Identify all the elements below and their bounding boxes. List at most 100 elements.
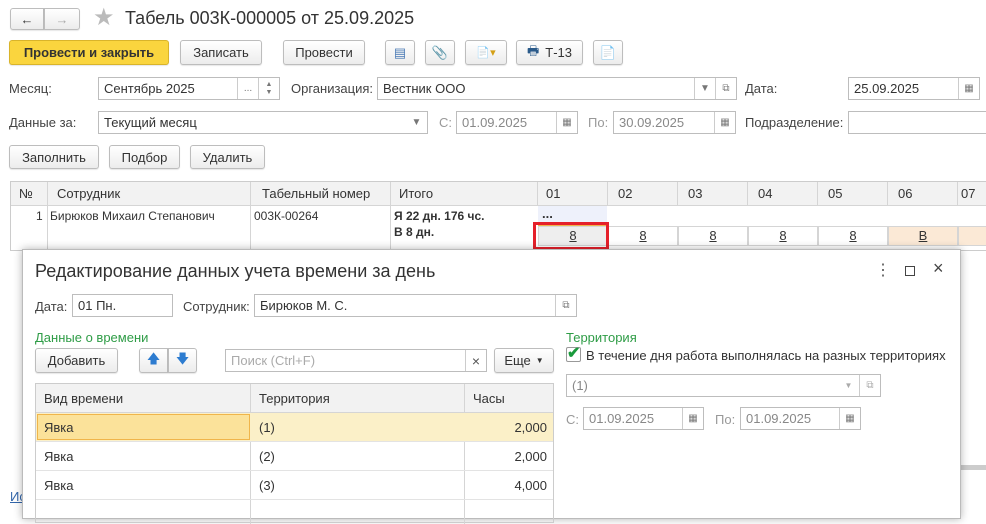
dialog-date-field[interactable]: 01 Пн. bbox=[72, 294, 173, 317]
day-05-cell[interactable]: 8 bbox=[818, 226, 888, 246]
open-icon[interactable]: ⧉ bbox=[859, 375, 880, 396]
territory-from-field[interactable]: 01.09.2025 ▦ bbox=[583, 407, 704, 430]
territory-cell[interactable]: (3) bbox=[259, 478, 275, 493]
dropdown-icon[interactable]: ▼ bbox=[838, 375, 859, 396]
calendar-icon[interactable]: ▦ bbox=[714, 112, 735, 133]
day-edit-dialog: Редактирование данных учета времени за д… bbox=[22, 249, 961, 524]
dropdown-icon[interactable]: ▼ bbox=[694, 78, 715, 99]
calendar-icon[interactable]: ▦ bbox=[839, 408, 860, 429]
col-day-04[interactable]: 04 bbox=[758, 186, 772, 201]
print-t13-button[interactable]: 🖶 Т-13 bbox=[516, 40, 583, 65]
post-button[interactable]: Провести bbox=[283, 40, 365, 65]
maximize-icon[interactable] bbox=[905, 266, 915, 276]
table-row[interactable]: Явка (3) 4,000 bbox=[36, 471, 553, 500]
more-menu-icon[interactable]: ⋮ bbox=[875, 260, 891, 280]
month-select-button[interactable]: ... bbox=[237, 78, 258, 99]
create-based-on-icon[interactable]: 📄▾ bbox=[465, 40, 507, 65]
col-num[interactable]: № bbox=[19, 186, 33, 201]
department-field[interactable] bbox=[848, 111, 986, 134]
col-total[interactable]: Итого bbox=[399, 186, 433, 201]
search-input[interactable]: Поиск (Ctrl+F) × bbox=[225, 349, 487, 372]
forward-button[interactable]: → bbox=[44, 8, 80, 30]
move-up-button[interactable]: 🡅 bbox=[139, 348, 168, 373]
multi-territory-checkbox[interactable]: ✔ bbox=[566, 346, 581, 362]
hours-cell[interactable]: 2,000 bbox=[514, 449, 547, 464]
scrollbar[interactable] bbox=[960, 465, 986, 470]
printer-icon: 🖶 bbox=[526, 42, 540, 58]
chevron-down-icon: ▼ bbox=[535, 356, 544, 365]
col-territory[interactable]: Территория bbox=[259, 391, 330, 406]
hours-cell[interactable]: 4,000 bbox=[514, 478, 547, 493]
calendar-icon[interactable]: ▦ bbox=[958, 78, 979, 99]
territory-select[interactable]: (1) ▼ ⧉ bbox=[566, 374, 881, 397]
col-day-01[interactable]: 01 bbox=[546, 186, 560, 201]
table-row[interactable]: Явка (2) 2,000 bbox=[36, 442, 553, 471]
table-row[interactable]: Явка (1) 2,000 bbox=[36, 413, 553, 442]
highlight-box bbox=[533, 222, 609, 250]
open-icon[interactable]: ⧉ bbox=[555, 295, 576, 316]
data-for-select[interactable]: Текущий месяц ▼ bbox=[98, 111, 428, 134]
territory-cell[interactable]: (1) bbox=[259, 420, 275, 435]
paperclip-icon[interactable]: 📎 bbox=[425, 40, 455, 65]
time-kind-cell[interactable]: Явка bbox=[37, 414, 250, 440]
col-day-07[interactable]: 07 bbox=[961, 186, 975, 201]
territory-section-title: Территория bbox=[566, 330, 637, 345]
post-and-close-button[interactable]: Провести и закрыть bbox=[9, 40, 169, 65]
total-cell-1: Я 22 дн. 176 чс. bbox=[394, 209, 485, 223]
open-icon[interactable]: ⧉ bbox=[715, 78, 736, 99]
organization-field[interactable]: Вестник ООО ▼ ⧉ bbox=[377, 77, 737, 100]
time-section-title: Данные о времени bbox=[35, 330, 149, 345]
more-button[interactable]: Еще ▼ bbox=[494, 348, 554, 373]
col-time-kind[interactable]: Вид времени bbox=[44, 391, 123, 406]
col-hours[interactable]: Часы bbox=[473, 391, 505, 406]
close-icon[interactable]: × bbox=[933, 258, 944, 279]
col-day-05[interactable]: 05 bbox=[828, 186, 842, 201]
time-kind-cell[interactable]: Явка bbox=[44, 449, 74, 464]
day-06-cell[interactable]: В bbox=[888, 226, 958, 246]
clear-search-icon[interactable]: × bbox=[465, 350, 486, 371]
day-03-cell[interactable]: 8 bbox=[678, 226, 748, 246]
data-for-label: Данные за: bbox=[9, 115, 77, 130]
day-02-cell[interactable]: 8 bbox=[608, 226, 678, 246]
col-day-06[interactable]: 06 bbox=[898, 186, 912, 201]
dropdown-icon[interactable]: ▼ bbox=[406, 112, 427, 133]
territory-cell[interactable]: (2) bbox=[259, 449, 275, 464]
dialog-title: Редактирование данных учета времени за д… bbox=[35, 261, 436, 281]
dialog-employee-field[interactable]: Бирюков М. С. ⧉ bbox=[254, 294, 577, 317]
employee-cell[interactable]: Бирюков Михаил Степанович bbox=[50, 209, 215, 223]
list-icon[interactable]: ▤ bbox=[385, 40, 415, 65]
date-field[interactable]: 25.09.2025 ▦ bbox=[848, 77, 980, 100]
move-down-button[interactable]: 🡇 bbox=[168, 348, 197, 373]
row-number: 1 bbox=[36, 209, 43, 223]
day-07-cell[interactable] bbox=[958, 226, 986, 246]
star-icon[interactable]: ★ bbox=[93, 3, 115, 32]
add-button[interactable]: Добавить bbox=[35, 348, 118, 373]
department-label: Подразделение: bbox=[745, 115, 844, 130]
territory-to-field[interactable]: 01.09.2025 ▦ bbox=[740, 407, 861, 430]
total-cell-2: В 8 дн. bbox=[394, 225, 435, 239]
calendar-icon[interactable]: ▦ bbox=[556, 112, 577, 133]
col-employee[interactable]: Сотрудник bbox=[57, 186, 120, 201]
organization-label: Организация: bbox=[291, 81, 374, 96]
hours-cell[interactable]: 2,000 bbox=[514, 420, 547, 435]
col-day-02[interactable]: 02 bbox=[618, 186, 632, 201]
report-icon[interactable]: 📄 bbox=[593, 40, 623, 65]
to-label: По: bbox=[588, 115, 609, 130]
to-field[interactable]: 30.09.2025 ▦ bbox=[613, 111, 736, 134]
month-spinner[interactable]: ▲ ▼ bbox=[258, 78, 279, 99]
month-field[interactable]: Сентябрь 2025 ... ▲ ▼ bbox=[98, 77, 280, 100]
from-field[interactable]: 01.09.2025 ▦ bbox=[456, 111, 578, 134]
calendar-icon[interactable]: ▦ bbox=[682, 408, 703, 429]
tab-number-cell[interactable]: 003К-00264 bbox=[254, 209, 318, 223]
page-title: Табель 003К-000005 от 25.09.2025 bbox=[125, 8, 415, 28]
fill-button[interactable]: Заполнить bbox=[9, 145, 99, 169]
pick-button[interactable]: Подбор bbox=[109, 145, 180, 169]
col-day-03[interactable]: 03 bbox=[688, 186, 702, 201]
save-button[interactable]: Записать bbox=[180, 40, 262, 65]
delete-button[interactable]: Удалить bbox=[190, 145, 265, 169]
time-kind-cell[interactable]: Явка bbox=[44, 478, 74, 493]
day-04-cell[interactable]: 8 bbox=[748, 226, 818, 246]
multi-territory-label[interactable]: В течение дня работа выполнялась на разн… bbox=[586, 348, 946, 363]
col-tab-number[interactable]: Табельный номер bbox=[262, 186, 370, 201]
back-button[interactable]: ← bbox=[10, 8, 44, 30]
